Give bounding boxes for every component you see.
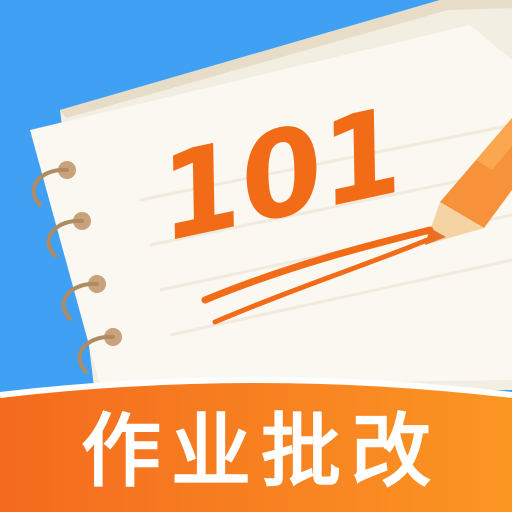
app-icon[interactable]: 101 作业批改 — [0, 0, 512, 512]
app-title: 作业批改 — [81, 405, 441, 498]
